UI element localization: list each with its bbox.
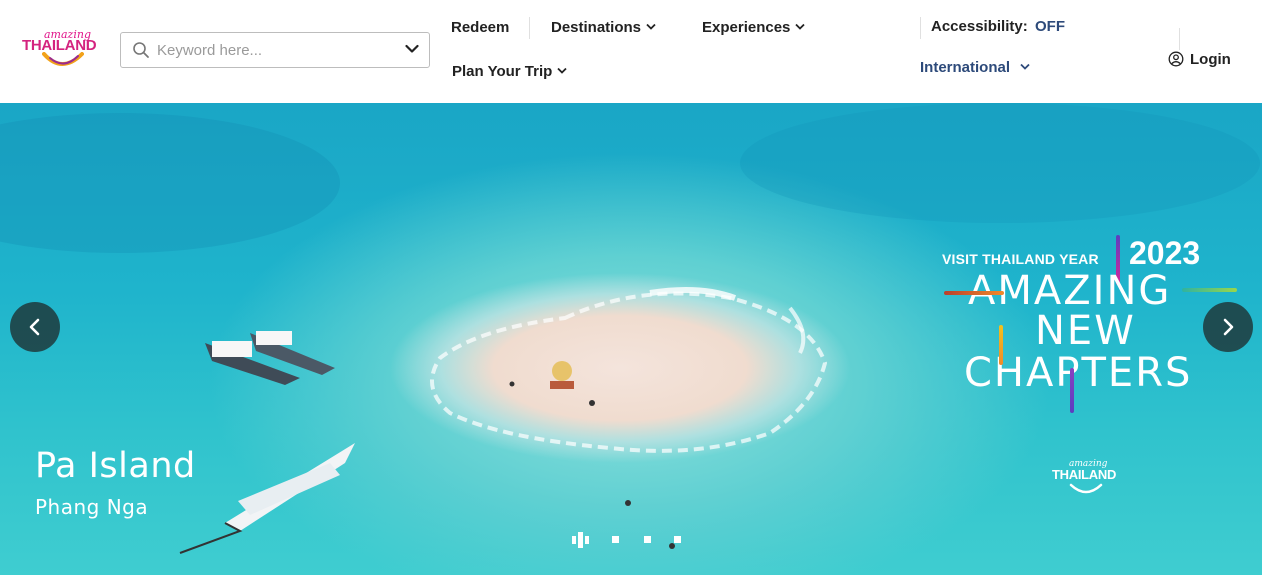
login-divider <box>1179 28 1180 50</box>
carousel-dot-active[interactable] <box>585 536 589 544</box>
language-label: International <box>920 59 1011 76</box>
campaign-line1: VISIT THAILAND YEAR <box>942 251 1099 267</box>
carousel-dot[interactable] <box>674 536 681 543</box>
hero-place-title: Pa Island <box>35 446 196 486</box>
carousel-dot[interactable] <box>644 536 651 543</box>
nav-redeem[interactable]: Redeem <box>451 19 509 36</box>
badge-big-text: THAILAND <box>1052 467 1117 482</box>
login-button[interactable]: Login <box>1168 51 1231 68</box>
amazing-thailand-badge: amazing THAILAND <box>1051 459 1123 501</box>
chevron-left-icon <box>29 318 40 336</box>
nav-destinations-label: Destinations <box>551 19 642 36</box>
hero-banner[interactable]: Pa Island Phang Nga VISIT THAILAND YEAR … <box>0 103 1262 575</box>
chevron-down-icon[interactable] <box>405 44 419 54</box>
hero-region-subtitle: Phang Nga <box>35 495 149 519</box>
campaign-accent-bar <box>1070 368 1074 413</box>
chevron-right-icon <box>1223 318 1234 336</box>
campaign-accent-bar <box>999 325 1003 365</box>
amazing-thailand-logo[interactable]: amazing THAILAND <box>20 28 106 74</box>
search-icon <box>133 42 149 58</box>
campaign-accent-stroke <box>1182 288 1237 292</box>
chevron-down-icon <box>1020 63 1030 70</box>
search-input[interactable] <box>157 39 387 61</box>
site-header: amazing THAILAND Redeem Destinations Exp… <box>0 0 1262 103</box>
boat-shape <box>179 443 355 554</box>
logo-smile-icon <box>42 52 84 66</box>
language-selector[interactable]: International <box>920 59 1030 76</box>
nav-plan-your-trip-label: Plan Your Trip <box>452 63 553 80</box>
nav-experiences[interactable]: Experiences <box>702 19 806 36</box>
carousel-dot-active[interactable] <box>578 532 583 548</box>
accessibility-toggle[interactable]: OFF <box>1035 18 1065 35</box>
campaign-accent-stroke <box>944 291 1004 295</box>
login-label: Login <box>1190 51 1231 68</box>
carousel-prev-button[interactable] <box>10 302 60 352</box>
carousel-dot[interactable] <box>612 536 619 543</box>
campaign-line3: NEW <box>1035 308 1136 354</box>
chevron-down-icon <box>795 23 806 30</box>
carousel-dot-active[interactable] <box>572 536 576 544</box>
campaign-year: 2023 <box>1129 235 1201 271</box>
user-icon <box>1168 51 1184 67</box>
carousel-next-button[interactable] <box>1203 302 1253 352</box>
carousel-pagination[interactable] <box>572 528 692 558</box>
accessibility-label: Accessibility: <box>931 18 1028 35</box>
nav-plan-your-trip[interactable]: Plan Your Trip <box>452 63 567 80</box>
search-box[interactable] <box>120 32 430 68</box>
accessibility-divider <box>920 17 921 39</box>
chevron-down-icon <box>646 23 656 30</box>
nav-destinations[interactable]: Destinations <box>551 19 656 36</box>
nav-experiences-label: Experiences <box>702 19 791 36</box>
nav-divider <box>529 17 530 39</box>
chevron-down-icon <box>557 67 567 74</box>
boat-shape <box>205 331 335 385</box>
logo-smile-icon <box>1069 483 1103 494</box>
